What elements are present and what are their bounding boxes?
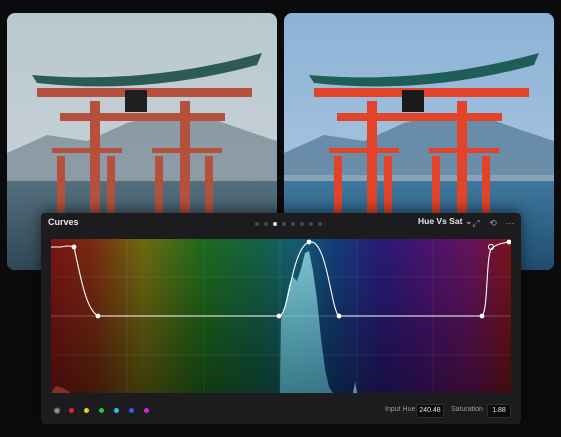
saturation-label: Saturation [451,406,483,413]
curves-panel-header: Curves Hue Vs Sat ⌄ ⤢ ⟲ ⋯ [41,213,521,235]
control-point[interactable] [479,313,485,319]
more-options-icon[interactable]: ⋯ [503,216,517,230]
input-hue-field[interactable]: 240.48 [416,404,444,418]
page-dot[interactable] [309,222,313,226]
saturation-field[interactable]: 1.88 [487,404,511,418]
curves-footer: ✺ Input Hue 240.48 Saturation 1.88 [41,401,521,421]
page-dot[interactable] [300,222,304,226]
control-point[interactable] [276,313,282,319]
page-dot[interactable] [255,222,259,226]
curves-panel: Curves Hue Vs Sat ⌄ ⤢ ⟲ ⋯ ✺ Input Hue 24… [41,213,521,424]
control-point[interactable] [336,313,342,319]
swatch-blue[interactable] [129,408,134,413]
eyedropper-icon[interactable]: ✺ [51,405,63,417]
control-point[interactable] [71,244,77,250]
control-point[interactable] [95,313,101,319]
page-dot[interactable] [264,222,268,226]
panel-title: Curves [48,217,79,227]
control-point-selected[interactable] [306,239,312,245]
swatch-cyan[interactable] [114,408,119,413]
page-dot[interactable] [318,222,322,226]
swatch-green[interactable] [99,408,104,413]
curve-canvas[interactable] [51,239,511,393]
hue-vs-sat-graph[interactable] [51,239,511,393]
swatch-red[interactable] [69,408,74,413]
input-hue-label: Input Hue [385,406,416,413]
curve-mode-dropdown[interactable]: Hue Vs Sat ⌄ [418,216,472,230]
page-dot[interactable] [282,222,286,226]
curve-mode-label: Hue Vs Sat [418,216,463,226]
page-dot[interactable] [291,222,295,226]
swatch-yellow[interactable] [84,408,89,413]
expand-icon[interactable]: ⤢ [469,216,483,230]
reset-icon[interactable]: ⟲ [486,216,500,230]
page-dot[interactable] [273,222,277,226]
swatch-magenta[interactable] [144,408,149,413]
